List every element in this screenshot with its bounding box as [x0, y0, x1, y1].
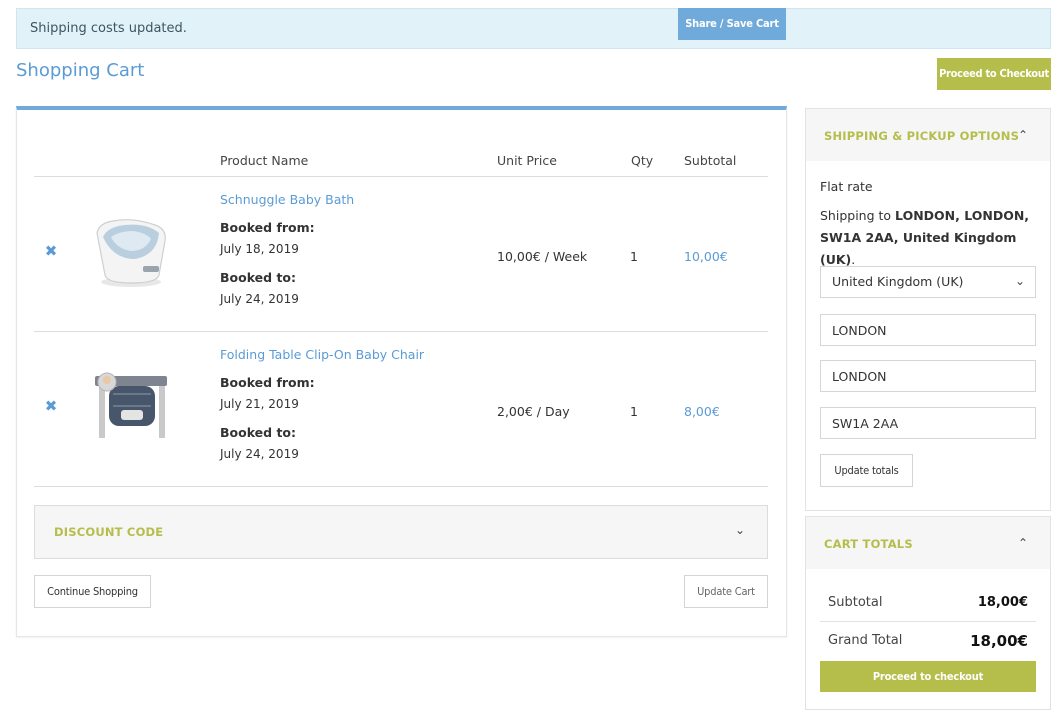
cart-totals-header[interactable]: CART TOTALS ⌃ [806, 517, 1050, 569]
remove-item-icon[interactable]: ✖ [42, 242, 60, 260]
shipping-options-header[interactable]: SHIPPING & PICKUP OPTIONS ⌃ [806, 109, 1050, 161]
booked-to-value: July 24, 2019 [220, 292, 299, 306]
row-divider [34, 486, 768, 487]
grand-total-value: 18,00€ [970, 632, 1028, 650]
country-select-value: United Kingdom (UK) [832, 274, 964, 289]
booked-from-value: July 21, 2019 [220, 397, 299, 411]
unit-price: 10,00€ / Week [497, 249, 588, 264]
discount-code-title: DISCOUNT CODE [54, 525, 164, 539]
remove-item-icon[interactable]: ✖ [42, 397, 60, 415]
shipping-destination-text: Shipping to LONDON, LONDON, SW1A 2AA, Un… [820, 208, 1030, 267]
booked-from-value: July 18, 2019 [220, 242, 299, 256]
chevron-down-icon: ⌄ [735, 523, 746, 537]
quantity: 1 [630, 249, 638, 264]
quantity: 1 [630, 404, 638, 419]
cart-panel: Product Name Unit Price Qty Subtotal ✖ S… [16, 106, 787, 637]
header-product-name: Product Name [220, 153, 309, 168]
chevron-down-icon: ⌄ [1015, 274, 1026, 288]
discount-code-toggle[interactable]: DISCOUNT CODE ⌄ [34, 505, 768, 559]
row-divider [34, 331, 768, 332]
shipping-to-prefix: Shipping to [820, 208, 892, 223]
update-totals-button[interactable]: Update totals [820, 454, 913, 487]
header-divider [34, 176, 768, 177]
cart-totals-title: CART TOTALS [824, 537, 913, 551]
row-subtotal: 8,00€ [684, 404, 720, 419]
shipping-options-title: SHIPPING & PICKUP OPTIONS [824, 129, 1020, 143]
row-subtotal: 10,00€ [684, 249, 728, 264]
header-unit-price: Unit Price [497, 153, 557, 168]
notice-text: Shipping costs updated. [30, 21, 187, 36]
header-qty: Qty [631, 153, 654, 168]
shipping-options-panel: SHIPPING & PICKUP OPTIONS ⌃ Flat rate Sh… [805, 108, 1051, 511]
subtotal-value: 18,00€ [977, 595, 1028, 610]
state-input[interactable] [820, 360, 1036, 392]
notice-bar: Shipping costs updated. [16, 8, 1051, 49]
booked-to-label: Booked to: [220, 270, 297, 285]
proceed-to-checkout-button[interactable]: Proceed to checkout [820, 661, 1036, 692]
product-name-link[interactable]: Schnuggle Baby Bath [220, 192, 354, 207]
shipping-method: Flat rate [820, 179, 873, 194]
booked-from-label: Booked from: [220, 220, 315, 235]
page-title: Shopping Cart [16, 60, 145, 81]
chevron-up-icon: ⌃ [1018, 128, 1029, 142]
booked-from-label: Booked from: [220, 375, 315, 390]
chevron-up-icon: ⌃ [1018, 536, 1029, 550]
update-cart-button[interactable]: Update Cart [684, 575, 768, 608]
product-name-link[interactable]: Folding Table Clip-On Baby Chair [220, 347, 424, 362]
continue-shopping-button[interactable]: Continue Shopping [34, 575, 151, 608]
grand-total-label: Grand Total [828, 633, 903, 648]
baby-bath-thumbnail [96, 219, 166, 287]
booked-to-value: July 24, 2019 [220, 447, 299, 461]
booked-to-label: Booked to: [220, 425, 297, 440]
city-input[interactable] [820, 314, 1036, 346]
header-subtotal: Subtotal [684, 153, 737, 168]
cart-totals-panel: CART TOTALS ⌃ Subtotal 18,00€ Grand Tota… [805, 516, 1051, 710]
share-save-cart-button[interactable]: Share / Save Cart [678, 8, 786, 40]
totals-divider [820, 621, 1036, 622]
subtotal-label: Subtotal [828, 595, 883, 610]
country-select[interactable]: United Kingdom (UK) ⌄ [820, 266, 1036, 298]
proceed-to-checkout-top-button[interactable]: Proceed to Checkout [937, 58, 1051, 90]
baby-chair-thumbnail [95, 372, 167, 438]
unit-price: 2,00€ / Day [497, 404, 570, 419]
postcode-input[interactable] [820, 407, 1036, 439]
